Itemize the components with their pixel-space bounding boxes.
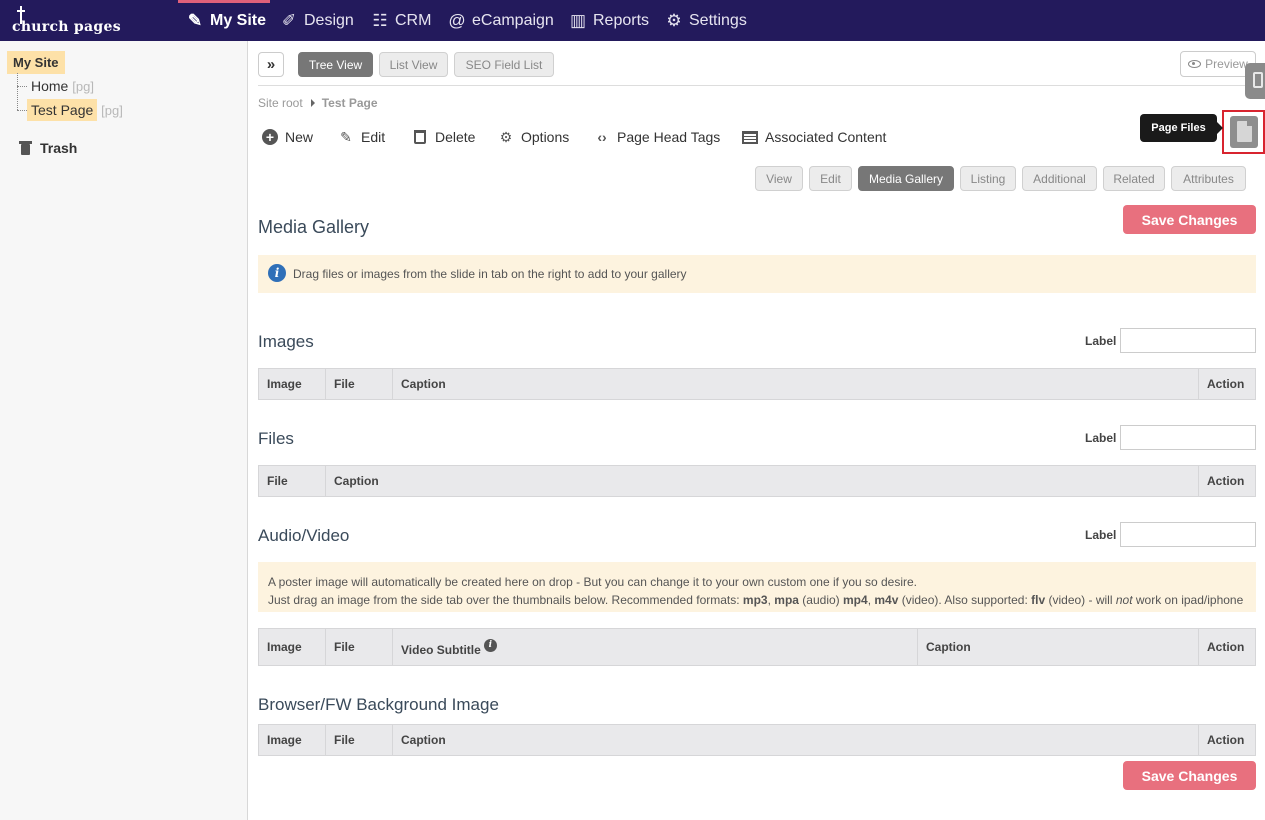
associated-content-button[interactable]: Associated Content bbox=[742, 129, 886, 145]
tree-item-home[interactable]: Home [pg] bbox=[31, 78, 94, 94]
files-label-input[interactable] bbox=[1120, 425, 1256, 450]
bar-chart-icon: ▥ bbox=[569, 10, 587, 30]
save-changes-button[interactable]: Save Changes bbox=[1123, 205, 1256, 234]
contacts-icon: ☷ bbox=[372, 10, 388, 30]
tab-list-view[interactable]: List View bbox=[379, 52, 448, 77]
breadcrumb-current: Test Page bbox=[321, 96, 378, 110]
av-label-input[interactable] bbox=[1120, 522, 1256, 547]
col-action: Action bbox=[1198, 369, 1255, 399]
nav-crm[interactable]: ☷ CRM bbox=[370, 0, 431, 41]
images-table-header: Image File Caption Action bbox=[258, 368, 1256, 400]
brush-icon: ✐ bbox=[281, 10, 297, 30]
table-icon bbox=[742, 129, 758, 145]
col-caption: Caption bbox=[334, 474, 379, 488]
images-section-title: Images bbox=[258, 332, 314, 351]
tree-item-test-page[interactable]: Test Page [pg] bbox=[27, 99, 123, 121]
col-video-subtitle: Video Subtitle i bbox=[393, 629, 918, 665]
av-table-header: Image File Video Subtitle i Caption Actio… bbox=[258, 628, 1256, 666]
media-gallery-title: Media Gallery bbox=[258, 217, 370, 237]
gear-icon: ⚙ bbox=[499, 128, 513, 145]
eye-icon bbox=[1188, 60, 1202, 68]
col-action: Action bbox=[1198, 725, 1255, 755]
subtab-attributes[interactable]: Attributes bbox=[1171, 166, 1246, 191]
col-image: Image bbox=[259, 629, 326, 665]
col-file: File bbox=[326, 369, 393, 399]
files-label-caption: Label bbox=[1085, 431, 1117, 445]
double-chevron-right-icon: » bbox=[266, 56, 276, 73]
images-label-input[interactable] bbox=[1120, 328, 1256, 353]
site-tree-sidebar: My Site Home [pg] Test Page [pg] Trash bbox=[0, 41, 248, 820]
subtab-listing[interactable]: Listing bbox=[960, 166, 1016, 191]
page-files-tooltip: Page Files bbox=[1140, 114, 1223, 142]
nav-reports[interactable]: ▥ Reports bbox=[568, 0, 649, 41]
col-image: Image bbox=[259, 725, 326, 755]
delete-button[interactable]: Delete bbox=[412, 129, 475, 145]
divider bbox=[258, 85, 1256, 86]
code-brackets-icon: ‹› bbox=[597, 129, 607, 145]
subtab-additional[interactable]: Additional bbox=[1022, 166, 1097, 191]
top-nav-bar: church pages ✎ My Site ✐ Design ☷ CRM @ eCam… bbox=[0, 0, 1265, 41]
col-image: Image bbox=[259, 369, 326, 399]
av-info-box: A poster image will automatically be cre… bbox=[258, 562, 1256, 612]
pencil-icon: ✎ bbox=[340, 128, 352, 145]
trash-item[interactable]: Trash bbox=[19, 140, 77, 156]
col-caption: Caption bbox=[401, 733, 446, 747]
av-note-line-1: A poster image will automatically be cre… bbox=[268, 575, 918, 589]
breadcrumb-root[interactable]: Site root bbox=[258, 96, 303, 110]
info-icon: i bbox=[268, 264, 286, 282]
tree-connector bbox=[17, 86, 27, 87]
tree-root-my-site[interactable]: My Site bbox=[7, 51, 65, 74]
gear-icon: ⚙ bbox=[666, 10, 682, 30]
files-section-title: Files bbox=[258, 429, 294, 448]
new-button[interactable]: + New bbox=[262, 129, 313, 145]
nav-ecampaign[interactable]: @ eCampaign bbox=[447, 0, 553, 41]
col-action: Action bbox=[1198, 466, 1255, 496]
subtab-edit[interactable]: Edit bbox=[809, 166, 852, 191]
main-content: » Tree View List View SEO Field List Pre… bbox=[248, 41, 1265, 820]
av-label-caption: Label bbox=[1085, 528, 1117, 542]
col-file: File bbox=[326, 629, 393, 665]
expand-sidebar-button[interactable]: » bbox=[258, 52, 284, 77]
nav-design[interactable]: ✐ Design bbox=[279, 0, 354, 41]
slide-tab-contacts[interactable] bbox=[1245, 63, 1265, 99]
gallery-info-box: i Drag files or images from the slide in… bbox=[258, 255, 1256, 293]
page-head-tags-button[interactable]: ‹› Page Head Tags bbox=[594, 129, 720, 145]
files-table-header: File Caption Action bbox=[258, 465, 1256, 497]
subtab-media-gallery[interactable]: Media Gallery bbox=[858, 166, 954, 191]
nav-settings[interactable]: ⚙ Settings bbox=[664, 0, 746, 41]
nav-my-site[interactable]: ✎ My Site bbox=[178, 0, 270, 41]
tab-seo-field-list[interactable]: SEO Field List bbox=[454, 52, 554, 77]
edit-button[interactable]: ✎ Edit bbox=[338, 128, 385, 146]
tree-connector bbox=[17, 110, 27, 111]
col-file: File bbox=[326, 725, 393, 755]
audio-video-section-title: Audio/Video bbox=[258, 526, 350, 545]
trash-icon bbox=[412, 129, 428, 145]
col-file: File bbox=[259, 466, 326, 496]
options-button[interactable]: ⚙ Options bbox=[498, 128, 570, 146]
breadcrumb: Site root Test Page bbox=[258, 96, 378, 110]
bg-table-header: Image File Caption Action bbox=[258, 724, 1256, 756]
document-icon bbox=[1237, 121, 1252, 142]
col-action: Action bbox=[1198, 629, 1255, 665]
background-image-section-title: Browser/FW Background Image bbox=[258, 695, 499, 714]
page-files-tab[interactable] bbox=[1222, 110, 1265, 154]
page-files-tab-body bbox=[1230, 116, 1258, 148]
save-changes-button-bottom[interactable]: Save Changes bbox=[1123, 761, 1256, 790]
subtab-view[interactable]: View bbox=[755, 166, 803, 191]
at-icon: @ bbox=[448, 10, 466, 30]
tab-tree-view[interactable]: Tree View bbox=[298, 52, 373, 77]
images-label-caption: Label bbox=[1085, 334, 1117, 348]
trash-can-icon bbox=[19, 140, 33, 156]
col-caption: Caption bbox=[401, 377, 446, 391]
page-edit-icon: ✎ bbox=[187, 10, 203, 30]
plus-circle-icon: + bbox=[262, 129, 278, 145]
info-icon[interactable]: i bbox=[483, 638, 497, 652]
phone-icon bbox=[1253, 72, 1263, 88]
tree-connector bbox=[17, 73, 18, 110]
subtab-related[interactable]: Related bbox=[1103, 166, 1165, 191]
breadcrumb-arrow-icon bbox=[310, 99, 315, 107]
col-caption: Caption bbox=[926, 640, 971, 654]
av-note-line-2: Just drag an image from the side tab ove… bbox=[268, 593, 1244, 607]
